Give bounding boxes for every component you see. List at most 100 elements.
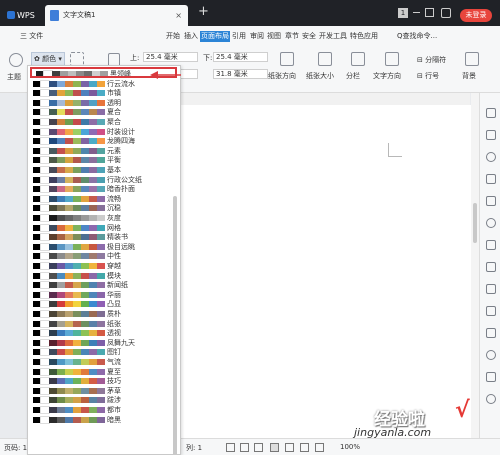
sidebar-globe-icon[interactable]	[486, 350, 496, 360]
fullscreen-icon[interactable]	[226, 443, 235, 452]
color-scheme-item[interactable]: 夏至	[28, 367, 180, 376]
sidebar-pin-icon[interactable]	[486, 262, 496, 272]
protect-view-icon[interactable]	[300, 443, 309, 452]
skin-icon[interactable]	[441, 8, 451, 18]
color-scheme-item[interactable]: 基本	[28, 165, 180, 174]
right-margin-field[interactable]: 31.8 毫米	[213, 69, 268, 79]
menu-insert[interactable]: 插入	[184, 31, 198, 42]
window-count-badge[interactable]: 1	[398, 8, 408, 18]
color-scheme-item[interactable]: 穿越	[28, 261, 180, 270]
bottom-margin-field[interactable]: 25.4 毫米	[213, 52, 268, 62]
color-scheme-item[interactable]: 技巧	[28, 376, 180, 386]
color-scheme-item[interactable]: 暗香扑面	[28, 184, 180, 194]
page-indicator[interactable]: 页码: 1	[4, 443, 27, 453]
color-scheme-item[interactable]: 华丽	[28, 290, 180, 299]
color-scheme-item[interactable]: 夏合	[28, 107, 180, 117]
menu-special-apps[interactable]: 特色应用	[350, 31, 378, 42]
orientation-label[interactable]: 纸张方向	[268, 71, 296, 81]
color-scheme-item[interactable]: 暗黑	[28, 415, 180, 424]
background-label[interactable]: 背景	[462, 71, 476, 81]
page-border-icon[interactable]	[70, 52, 84, 66]
close-tab-icon[interactable]: ×	[175, 5, 182, 26]
eye-icon[interactable]	[315, 443, 324, 452]
color-scheme-item[interactable]: 网格	[28, 223, 180, 232]
color-scheme-dropdown[interactable]: 黑领峰 行云流水 市镇 透明 夏合 聚合 时装设计 龙腾四海 元素 平衡 基本 行政公文纸 暗香扑面 流畅…	[27, 65, 181, 455]
color-scheme-item[interactable]: 沉稳	[28, 203, 180, 213]
text-direction-icon[interactable]	[385, 52, 399, 66]
menu-dev-tools[interactable]: 开发工具	[319, 31, 347, 42]
wps-app-tab[interactable]: WPS	[2, 6, 40, 26]
orientation-icon[interactable]	[280, 52, 294, 66]
restore-icon[interactable]	[425, 8, 434, 17]
list-icon[interactable]	[413, 12, 420, 13]
color-scheme-item[interactable]: 行政公文纸	[28, 175, 180, 184]
color-scheme-item[interactable]: 凸显	[28, 299, 180, 309]
menu-reference[interactable]: 引用	[232, 31, 246, 42]
new-tab-button[interactable]: +	[198, 4, 209, 19]
color-scheme-item[interactable]: 图钉	[28, 347, 180, 357]
color-scheme-item[interactable]: 聚合	[28, 117, 180, 126]
document-page[interactable]	[180, 105, 472, 438]
color-scheme-item[interactable]: 精装书	[28, 232, 180, 242]
vertical-scrollbar[interactable]	[471, 93, 479, 438]
sidebar-image-icon[interactable]	[486, 328, 496, 338]
menu-review[interactable]: 审阅	[250, 31, 264, 42]
color-scheme-item[interactable]: 市镇	[28, 88, 180, 98]
color-scheme-item[interactable]: 灰度	[28, 213, 180, 222]
color-scheme-item[interactable]: 跋涉	[28, 395, 180, 405]
color-scheme-item[interactable]: 茅草	[28, 386, 180, 395]
paper-size-label[interactable]: 纸张大小	[306, 71, 334, 81]
menu-chapter[interactable]: 章节	[285, 31, 299, 42]
paper-size-icon[interactable]	[318, 52, 332, 66]
scroll-thumb[interactable]	[473, 203, 477, 243]
color-scheme-item[interactable]: 龙腾四海	[28, 136, 180, 146]
zoom-level[interactable]: 100%	[340, 443, 360, 451]
color-scheme-item[interactable]: 气流	[28, 357, 180, 366]
sidebar-table-icon[interactable]	[486, 284, 496, 294]
color-scheme-item[interactable]: 极目远眺	[28, 242, 180, 251]
file-menu[interactable]: 三 文件	[20, 31, 43, 42]
color-scheme-item[interactable]: 都市	[28, 405, 180, 414]
background-icon[interactable]	[465, 52, 479, 66]
read-mode-icon[interactable]	[240, 443, 249, 452]
menu-security[interactable]: 安全	[302, 31, 316, 42]
search-command-box[interactable]: Q查找命令...	[397, 31, 437, 42]
sidebar-share-icon[interactable]	[486, 240, 496, 250]
menu-page-layout[interactable]: 页面布局	[200, 31, 230, 42]
outline-icon[interactable]	[254, 443, 263, 452]
color-scheme-item[interactable]: 透明	[28, 98, 180, 107]
menu-view[interactable]: 视图	[267, 31, 281, 42]
document-tab[interactable]: 文字文稿1 ×	[45, 5, 188, 26]
colors-button[interactable]: ✿ 颜色 ▾	[31, 52, 65, 66]
menu-start[interactable]: 开始	[166, 31, 180, 42]
color-scheme-item[interactable]: 纸张	[28, 319, 180, 328]
login-button[interactable]: 未登录	[460, 9, 492, 22]
sidebar-link-icon[interactable]	[486, 372, 496, 382]
page-view-icon[interactable]	[270, 443, 279, 452]
sidebar-star-icon[interactable]	[486, 218, 496, 228]
top-margin-field[interactable]: 25.4 毫米	[143, 52, 198, 62]
sidebar-arrow-icon[interactable]	[486, 108, 496, 118]
color-scheme-item[interactable]: 流畅	[28, 194, 180, 203]
sidebar-style-icon[interactable]	[486, 196, 496, 206]
text-direction-label[interactable]: 文字方向	[373, 71, 401, 81]
columns-label[interactable]: 分栏	[346, 71, 360, 81]
color-scheme-item[interactable]: 时装设计	[28, 127, 180, 136]
color-scheme-item[interactable]: 新闻纸	[28, 280, 180, 290]
color-scheme-item[interactable]: 平衡	[28, 155, 180, 165]
sidebar-sliders-icon[interactable]	[486, 174, 496, 184]
sidebar-help-icon[interactable]	[486, 394, 496, 404]
sidebar-pen-icon[interactable]	[486, 130, 496, 140]
color-scheme-item[interactable]: 透视	[28, 328, 180, 338]
web-view-icon[interactable]	[285, 443, 294, 452]
color-scheme-item[interactable]: 凤舞九天	[28, 338, 180, 347]
color-scheme-item[interactable]: 中性	[28, 251, 180, 261]
color-scheme-item[interactable]: 元素	[28, 146, 180, 155]
breaks-button[interactable]: ⊟ 分隔符	[417, 55, 446, 65]
sidebar-shape-icon[interactable]	[486, 152, 496, 162]
columns-icon[interactable]	[351, 52, 365, 66]
dropdown-scrollbar[interactable]	[173, 196, 177, 454]
color-scheme-item[interactable]: 模块	[28, 271, 180, 280]
line-number-button[interactable]: ⊟ 行号	[417, 71, 439, 81]
theme-label[interactable]: 主题	[7, 72, 21, 82]
